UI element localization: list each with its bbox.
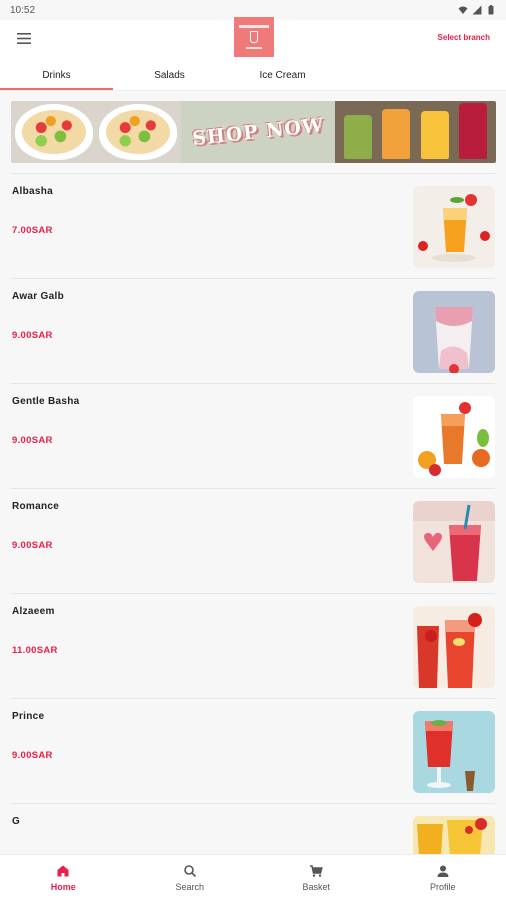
product-name: Awar Galb bbox=[12, 291, 64, 302]
product-item[interactable]: Gentle Basha 9.00SAR bbox=[11, 383, 495, 488]
nav-basket-label: Basket bbox=[302, 881, 330, 892]
home-icon bbox=[57, 865, 69, 876]
product-price: 9.00SAR bbox=[12, 540, 53, 551]
product-image[interactable] bbox=[413, 816, 495, 856]
product-image[interactable] bbox=[413, 291, 495, 373]
menu-icon bbox=[17, 32, 31, 44]
menu-button[interactable] bbox=[14, 28, 34, 48]
search-icon bbox=[183, 864, 196, 877]
product-item[interactable]: Awar Galb 9.00SAR bbox=[11, 278, 495, 383]
signal-icon bbox=[472, 5, 482, 15]
product-image[interactable] bbox=[413, 501, 495, 583]
product-name: Albasha bbox=[12, 186, 54, 197]
cup-icon bbox=[250, 31, 258, 43]
product-list: Albasha 7.00SAR Awar Galb 9.00SAR Gentle… bbox=[0, 173, 506, 856]
nav-search-label: Search bbox=[175, 881, 205, 892]
product-image[interactable] bbox=[413, 186, 495, 268]
person-icon bbox=[437, 865, 449, 877]
nav-search[interactable]: Search bbox=[127, 855, 254, 900]
product-name: Prince bbox=[12, 711, 45, 722]
nav-home-label: Home bbox=[50, 881, 76, 892]
fruit-bowls-image bbox=[11, 101, 181, 163]
product-name: Alzaeem bbox=[12, 606, 55, 617]
product-image[interactable] bbox=[413, 396, 495, 478]
product-price: 9.00SAR bbox=[12, 750, 53, 761]
product-price: 7.00SAR bbox=[12, 225, 53, 236]
tab-ice-cream[interactable]: Ice Cream bbox=[226, 60, 339, 90]
product-item[interactable]: Romance 9.00SAR bbox=[11, 488, 495, 593]
product-item[interactable]: Prince 9.00SAR bbox=[11, 698, 495, 803]
product-name: G bbox=[12, 816, 21, 827]
app-bar: Select branch bbox=[0, 17, 506, 60]
tab-drinks[interactable]: Drinks bbox=[0, 60, 113, 90]
juice-jars-image bbox=[335, 101, 496, 163]
wifi-icon bbox=[458, 6, 468, 14]
battery-icon bbox=[488, 5, 494, 15]
banner-text-panel: SHOP NOW bbox=[181, 101, 335, 163]
cart-icon bbox=[310, 864, 324, 877]
tab-salads[interactable]: Salads bbox=[113, 60, 226, 90]
product-item[interactable]: Alzaeem 11.00SAR bbox=[11, 593, 495, 698]
bottom-nav: Home Search Basket Profile bbox=[0, 854, 506, 900]
product-item[interactable]: Albasha 7.00SAR bbox=[11, 173, 495, 278]
category-tabs: Drinks Salads Ice Cream bbox=[0, 60, 506, 90]
status-icons bbox=[458, 5, 496, 15]
nav-profile-label: Profile bbox=[429, 881, 456, 892]
product-item[interactable]: G bbox=[11, 803, 495, 856]
promo-banner[interactable]: SHOP NOW bbox=[11, 101, 496, 163]
product-image[interactable] bbox=[413, 711, 495, 793]
banner-text: SHOP NOW bbox=[191, 114, 325, 150]
brand-logo bbox=[234, 17, 274, 57]
product-image[interactable] bbox=[413, 606, 495, 688]
product-name: Gentle Basha bbox=[12, 396, 80, 407]
product-price: 9.00SAR bbox=[12, 435, 53, 446]
select-branch-link[interactable]: Select branch bbox=[438, 33, 490, 42]
nav-profile[interactable]: Profile bbox=[380, 855, 506, 900]
tabs-divider bbox=[0, 90, 506, 91]
nav-home[interactable]: Home bbox=[0, 855, 127, 900]
product-price: 11.00SAR bbox=[12, 645, 58, 656]
product-price: 9.00SAR bbox=[12, 330, 53, 341]
product-name: Romance bbox=[12, 501, 60, 512]
nav-basket[interactable]: Basket bbox=[253, 855, 380, 900]
status-time: 10:52 bbox=[10, 4, 36, 16]
